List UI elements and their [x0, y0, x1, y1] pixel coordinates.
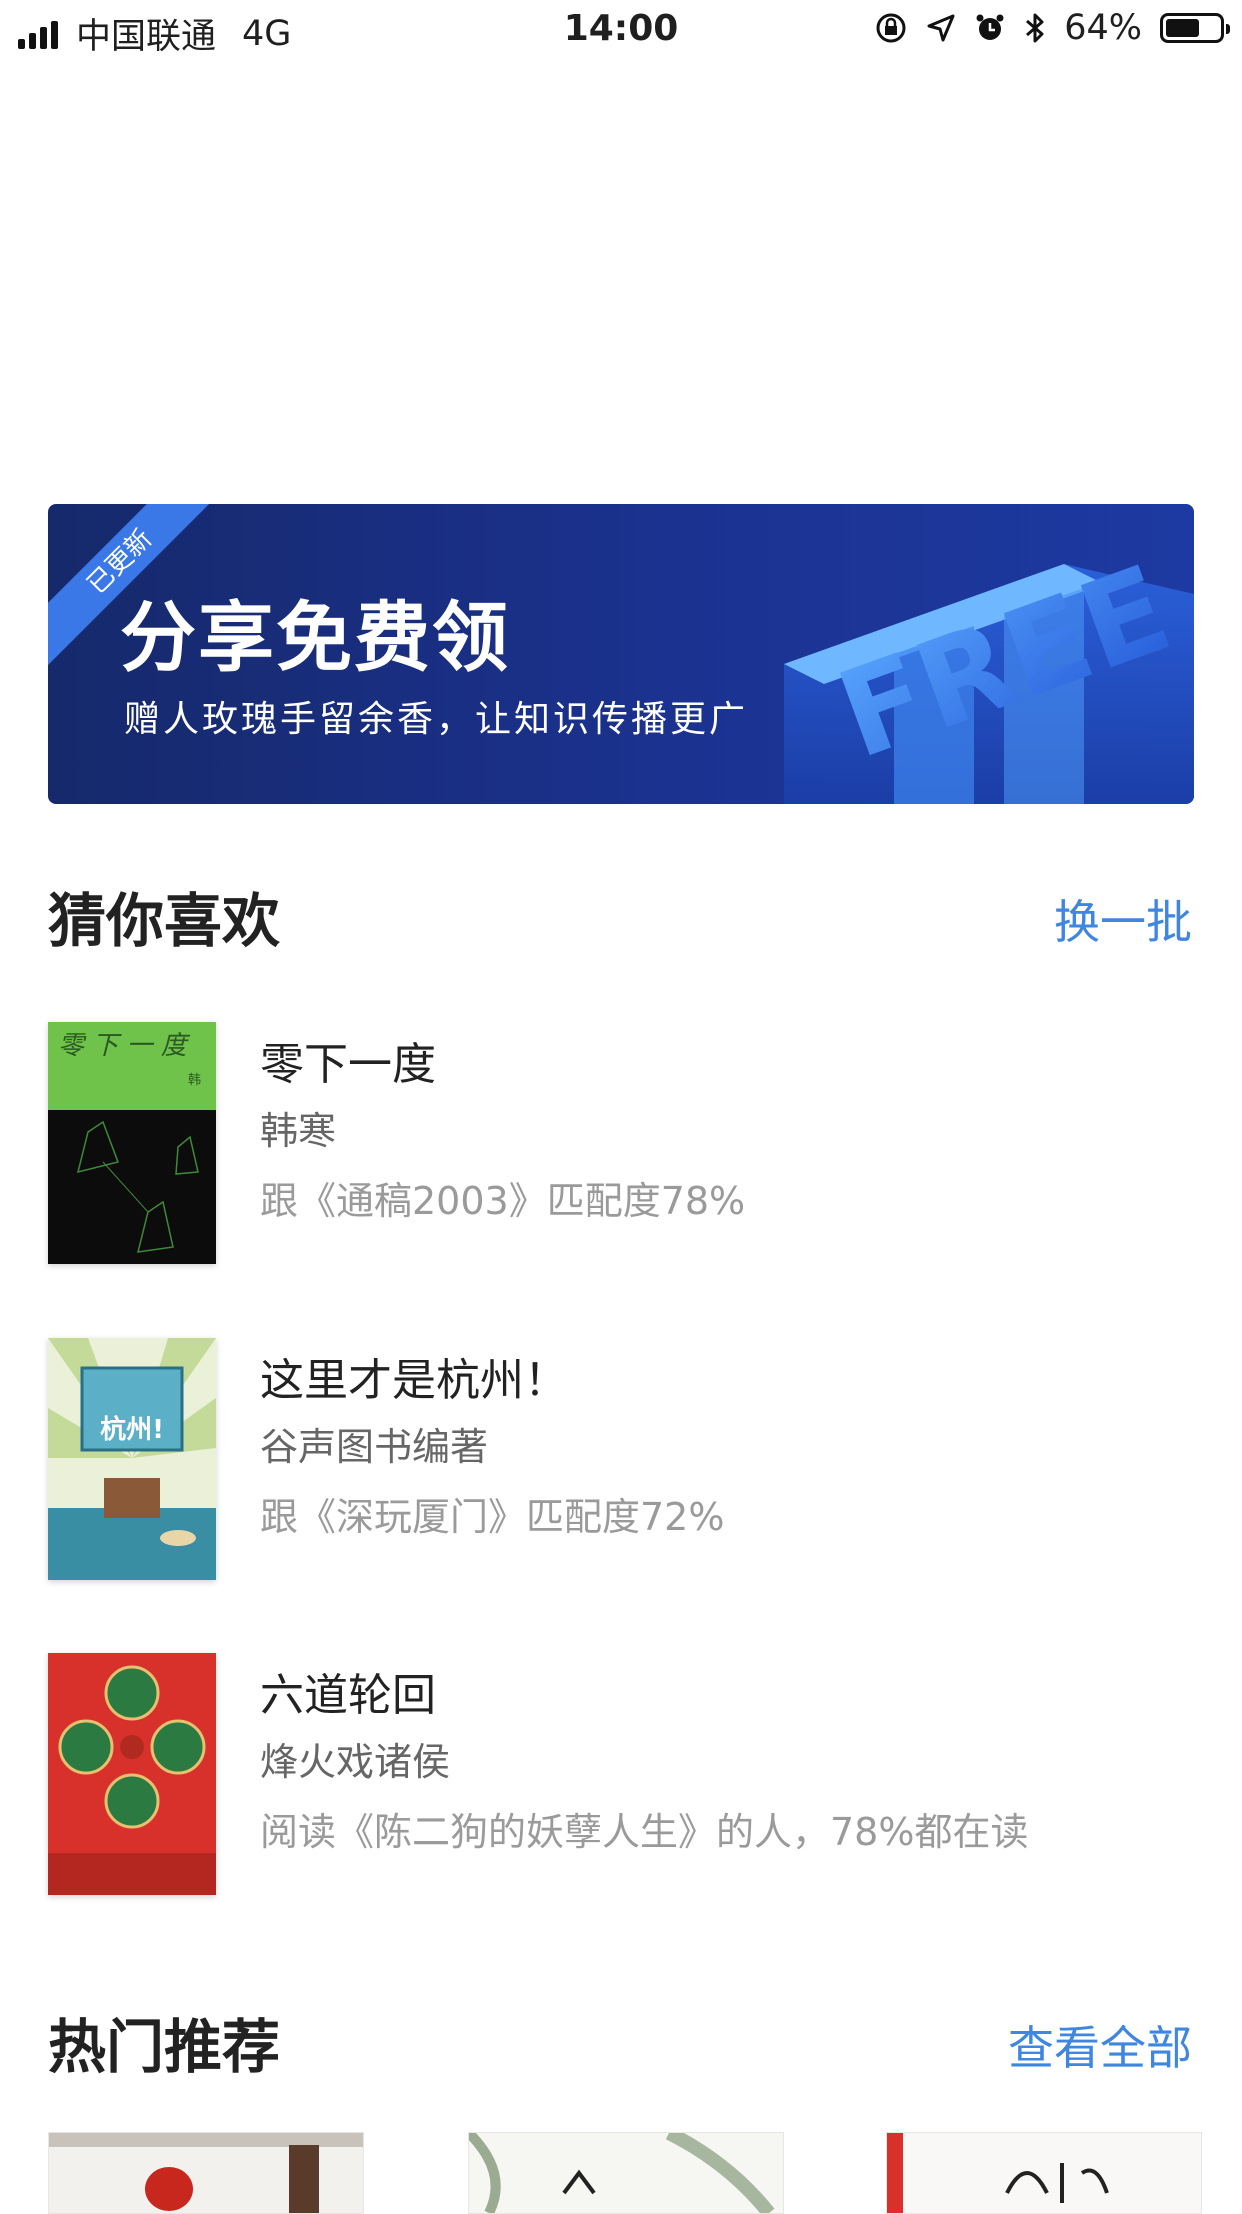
svg-text:零 下 一 度: 零 下 一 度 — [58, 1031, 191, 1061]
book-reason: 跟《深玩厦门》匹配度72% — [260, 1495, 725, 1539]
battery-fill — [1166, 19, 1199, 37]
refresh-batch-button[interactable]: 换一批 — [1054, 886, 1192, 952]
book-item[interactable]: 杭州! 这里才是杭州！ 谷声图书编著 跟《深玩厦门》匹配度72% — [48, 1338, 1194, 1580]
svg-text:韩: 韩 — [188, 1073, 201, 1088]
book-item[interactable]: 六道轮回 烽火戏诸侯 阅读《陈二狗的妖孽人生》的人，78%都在读 — [48, 1653, 1194, 1895]
orientation-lock-icon — [876, 13, 906, 43]
book-cover: 零 下 一 度 韩 — [48, 1022, 216, 1264]
hot-book-cover[interactable] — [48, 2132, 364, 2214]
view-all-button[interactable]: 查看全部 — [1008, 2012, 1192, 2078]
free-3d-art: FREE — [784, 540, 1194, 804]
hot-book-cover[interactable] — [468, 2132, 784, 2214]
book-cover: 杭州! — [48, 1338, 216, 1580]
book-item[interactable]: 零 下 一 度 韩 零下一度 韩寒 跟《通稿2003》匹配度78% — [48, 1022, 1194, 1264]
bluetooth-icon — [1026, 13, 1044, 43]
status-right: 64% — [874, 8, 1230, 48]
book-cover — [48, 1653, 216, 1895]
status-bar: 中国联通 4G 14:00 64% — [0, 0, 1242, 62]
battery-icon — [1160, 13, 1230, 43]
alarm-icon — [976, 14, 1004, 40]
share-free-banner[interactable]: 已更新 分享免费领 赠人玫瑰手留余香，让知识传播更广 FREE — [48, 504, 1194, 804]
svg-text:杭州!: 杭州! — [100, 1414, 164, 1445]
book-title: 零下一度 — [260, 1039, 436, 1090]
book-reason: 阅读《陈二狗的妖孽人生》的人，78%都在读 — [260, 1810, 1029, 1854]
guess-section-title: 猜你喜欢 — [48, 887, 281, 955]
book-author: 韩寒 — [260, 1109, 337, 1153]
book-author: 烽火戏诸侯 — [260, 1740, 451, 1784]
book-title: 这里才是杭州！ — [260, 1355, 568, 1406]
book-reason: 跟《通稿2003》匹配度78% — [260, 1179, 746, 1223]
hot-book-cover[interactable] — [886, 2132, 1202, 2214]
book-author: 谷声图书编著 — [260, 1425, 489, 1469]
hot-section-title: 热门推荐 — [48, 2013, 281, 2081]
banner-title: 分享免费领 — [120, 593, 510, 682]
banner-subtitle: 赠人玫瑰手留余香，让知识传播更广 — [124, 699, 749, 740]
battery-percent: 64% — [1064, 8, 1142, 48]
location-icon — [927, 14, 955, 42]
book-title: 六道轮回 — [260, 1670, 436, 1721]
